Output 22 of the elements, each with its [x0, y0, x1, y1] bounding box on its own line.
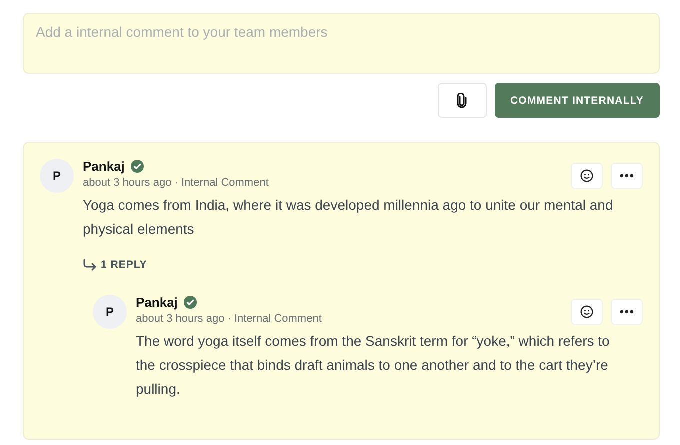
emoji-button[interactable]	[571, 163, 603, 189]
more-icon	[620, 174, 634, 178]
reply-arrow-icon	[83, 259, 97, 271]
comment-meta: about 3 hours ago · Internal Comment	[83, 177, 269, 189]
more-button[interactable]	[611, 299, 643, 325]
more-icon	[620, 310, 634, 314]
author-name: Pankaj	[136, 295, 178, 310]
comment-text: Yoga comes from India, where it was developed millennia ago to unite our mental and physical elements	[83, 196, 614, 239]
replies-link[interactable]: 1 REPLY	[83, 259, 148, 271]
comment-meta: about 3 hours ago · Internal Comment	[136, 313, 322, 325]
comment-text: The word yoga itself comes from the Sanskrit term for “yoke,” which refers to the crosspiece that binds draft animals to one another and to the cart they’re pulling.	[136, 332, 611, 399]
attach-button[interactable]	[438, 83, 486, 118]
comment-input-field[interactable]: Add a internal comment to your team members	[23, 13, 660, 74]
author-name: Pankaj	[83, 159, 125, 174]
more-button[interactable]	[611, 163, 643, 189]
avatar: P	[93, 295, 127, 329]
emoji-button[interactable]	[571, 299, 603, 325]
smiley-icon	[580, 305, 594, 319]
paperclip-icon	[456, 93, 468, 108]
smiley-icon	[580, 169, 594, 183]
avatar: P	[40, 159, 74, 193]
comment-internally-button[interactable]: COMMENT INTERNALLY	[494, 83, 660, 118]
